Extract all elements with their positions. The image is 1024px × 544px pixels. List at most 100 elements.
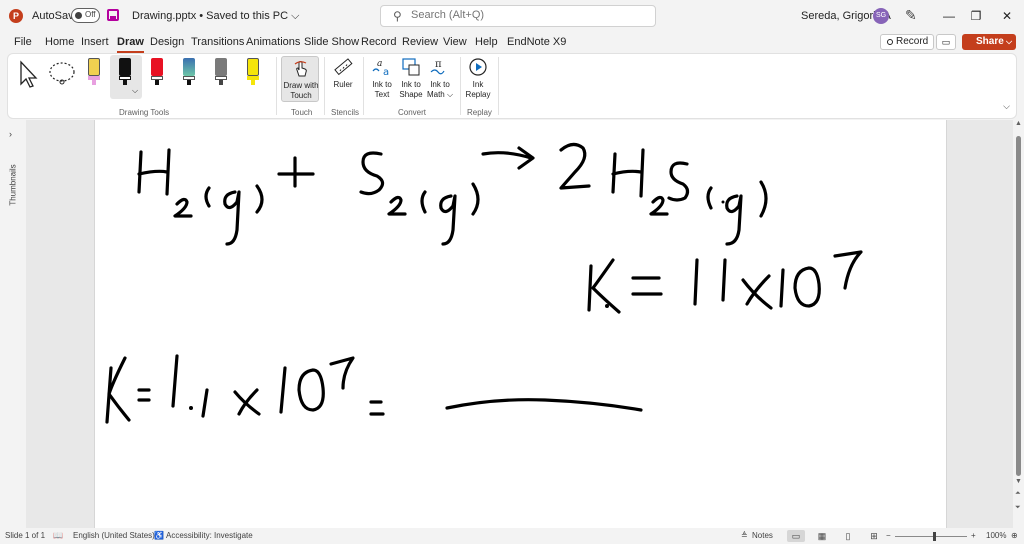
tab-design[interactable]: Design xyxy=(150,36,184,48)
pen-galaxy-icon[interactable] xyxy=(183,58,195,85)
chevron-right-icon[interactable]: › xyxy=(9,129,12,139)
tab-view[interactable]: View xyxy=(443,36,467,48)
slide-canvas[interactable] xyxy=(94,120,947,528)
ink-to-text-button[interactable]: a a Ink to Text xyxy=(368,57,396,100)
tab-home[interactable]: Home xyxy=(45,36,74,48)
notes-icon: ≜ xyxy=(741,531,748,540)
tab-help[interactable]: Help xyxy=(475,36,498,48)
title-bar: P AutoSave Off Drawing.pptx • Saved to t… xyxy=(0,0,1024,32)
slide-show-button[interactable]: ⊞ xyxy=(865,530,883,542)
chevron-down-icon[interactable]: ⌵ xyxy=(132,86,138,96)
search-input[interactable] xyxy=(411,9,641,21)
pen-red-icon[interactable] xyxy=(151,58,163,85)
scroll-thumb[interactable] xyxy=(1016,136,1021,476)
pen-black-icon[interactable] xyxy=(119,58,131,85)
tab-file[interactable]: File xyxy=(14,36,32,48)
tab-draw[interactable]: Draw xyxy=(117,36,144,53)
tab-endnote[interactable]: EndNote X9 xyxy=(507,36,566,48)
ink-decimal-point xyxy=(605,304,609,308)
draw-with-touch-button[interactable]: Draw with Touch xyxy=(281,56,319,102)
thumbnails-pane[interactable]: › Thumbnails xyxy=(0,120,26,528)
ink-reaction-arrow xyxy=(481,146,535,170)
ruler-button[interactable]: Ruler xyxy=(330,57,356,90)
notes-button[interactable]: Notes xyxy=(752,531,773,540)
zoom-in-icon[interactable]: + xyxy=(971,531,976,540)
minimize-button[interactable]: — xyxy=(937,4,961,28)
next-slide-icon[interactable]: ⏷ xyxy=(1015,504,1021,512)
ink-to-math-button[interactable]: π Ink to Math ⌵ xyxy=(426,57,454,100)
svg-text:a: a xyxy=(377,59,382,69)
ink-to-shape-icon xyxy=(402,58,420,76)
pen-gray-icon[interactable] xyxy=(215,58,227,85)
autosave-toggle[interactable]: Off xyxy=(71,8,100,23)
thumbnails-label: Thumbnails xyxy=(8,164,18,206)
scroll-down-icon[interactable]: ▼ xyxy=(1015,478,1022,485)
save-icon[interactable] xyxy=(107,9,119,21)
ribbon-separator xyxy=(324,57,325,115)
autosave-state: Off xyxy=(85,10,96,19)
zoom-out-icon[interactable]: − xyxy=(886,531,891,540)
highlighter-yellow-icon[interactable] xyxy=(247,58,259,85)
group-label-convert: Convert xyxy=(398,108,427,117)
group-label-drawing-tools: Drawing Tools xyxy=(119,108,170,117)
avatar[interactable]: SG xyxy=(873,8,889,24)
language-status[interactable]: English (United States) xyxy=(73,531,155,540)
accessibility-icon[interactable]: ♿ xyxy=(154,531,164,540)
tab-animations[interactable]: Animations xyxy=(246,36,300,48)
ink-to-shape-button[interactable]: Ink to Shape xyxy=(397,57,425,100)
search-icon: ⚲ xyxy=(393,9,402,23)
ink-replay-button[interactable]: Ink Replay xyxy=(464,57,492,100)
slide-sorter-button[interactable]: ▦ xyxy=(813,530,831,542)
toggle-knob xyxy=(75,12,82,19)
comments-button[interactable]: ▭ xyxy=(936,34,956,50)
tab-transitions[interactable]: Transitions xyxy=(191,36,244,48)
previous-slide-icon[interactable]: ⏶ xyxy=(1015,490,1021,498)
zoom-level[interactable]: 100% xyxy=(986,531,1006,540)
vertical-scrollbar[interactable]: ▲ ▼ ⏶ ⏷ xyxy=(1013,120,1024,528)
touch-hand-icon xyxy=(294,60,307,77)
group-label-touch: Touch xyxy=(291,108,313,117)
pen-icon[interactable]: ✎ xyxy=(905,7,917,24)
workspace: › Thumbnails ▲ ▼ ⏶ ⏷ xyxy=(0,120,1024,528)
tab-insert[interactable]: Insert xyxy=(81,36,109,48)
ribbon-separator xyxy=(276,57,277,115)
zoom-slider-handle[interactable] xyxy=(933,532,936,541)
share-button[interactable]: Share ⌵ xyxy=(962,34,1016,50)
powerpoint-logo-icon: P xyxy=(9,9,23,23)
normal-view-button[interactable]: ▭ xyxy=(787,530,805,542)
ink-k-expression xyxy=(105,354,643,424)
scroll-up-icon[interactable]: ▲ xyxy=(1015,120,1022,127)
reading-view-button[interactable]: ▯ xyxy=(839,530,857,542)
tab-review[interactable]: Review xyxy=(402,36,438,48)
search-box[interactable]: ⚲ xyxy=(380,5,656,27)
ribbon: ⌵ Drawing Tools Draw with Touch Touch Ru… xyxy=(7,53,1017,119)
group-label-replay: Replay xyxy=(467,108,492,117)
ink-decimal-point xyxy=(189,406,193,410)
close-button[interactable]: ✕ xyxy=(995,4,1019,28)
ink-to-math-icon: π xyxy=(430,59,445,75)
comment-icon: ▭ xyxy=(941,37,951,47)
restore-button[interactable]: ❐ xyxy=(964,4,988,28)
ink-dot xyxy=(721,200,725,204)
ink-drawing[interactable] xyxy=(95,120,948,528)
lasso-select-icon[interactable] xyxy=(48,60,78,88)
slide-counter: Slide 1 of 1 xyxy=(5,531,46,540)
ink-h2-gas xyxy=(137,148,264,246)
record-icon xyxy=(887,39,893,45)
highlighter-pink-icon[interactable] xyxy=(88,58,100,85)
record-button[interactable]: Record xyxy=(880,34,934,50)
tab-slide-show[interactable]: Slide Show xyxy=(304,36,359,48)
accessibility-status[interactable]: Accessibility: Investigate xyxy=(166,531,253,540)
ribbon-tabs: File Home Insert Draw Design Transitions… xyxy=(0,34,1024,53)
ribbon-separator xyxy=(363,57,364,115)
spelling-check-icon[interactable]: 📖 xyxy=(53,531,63,540)
ruler-icon xyxy=(334,58,353,76)
tab-record[interactable]: Record xyxy=(361,36,396,48)
select-arrow-icon[interactable] xyxy=(18,60,40,88)
zoom-slider[interactable] xyxy=(895,536,967,537)
fit-to-window-icon[interactable]: ⊕ xyxy=(1011,531,1018,540)
status-bar: Slide 1 of 1 📖 English (United States) ♿… xyxy=(0,528,1024,544)
collapse-ribbon-icon[interactable]: ⌵ xyxy=(1003,101,1010,112)
ink-k-value xyxy=(587,250,863,314)
document-title[interactable]: Drawing.pptx • Saved to this PC ⌵ xyxy=(132,10,299,23)
